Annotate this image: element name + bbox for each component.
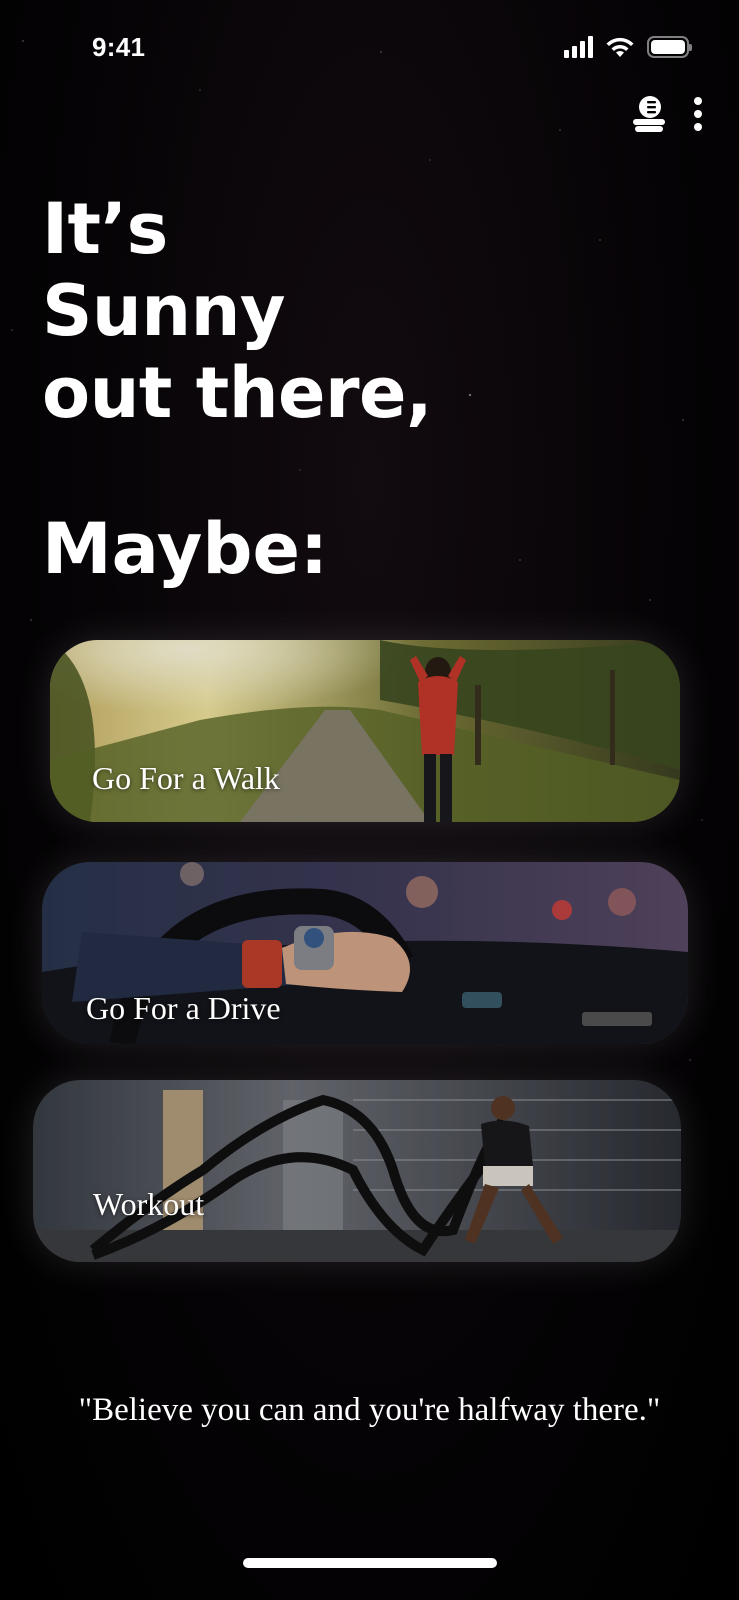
headline-line-2: Sunny bbox=[42, 270, 286, 352]
headline-line-1: It’s bbox=[42, 188, 168, 270]
activity-label: Go For a Walk bbox=[92, 760, 280, 796]
activity-label: Workout bbox=[93, 1186, 205, 1222]
workout-photo bbox=[33, 1080, 681, 1262]
activity-card-workout[interactable]: Workout bbox=[33, 1080, 681, 1262]
motivational-quote: "Believe you can and you're halfway ther… bbox=[78, 1392, 661, 1428]
coin-stack-icon[interactable] bbox=[631, 95, 667, 133]
activity-card-drive[interactable]: Go For a Drive bbox=[42, 862, 688, 1044]
wifi-icon bbox=[606, 37, 634, 57]
more-vertical-icon[interactable] bbox=[693, 97, 703, 131]
signal-icon bbox=[564, 36, 593, 58]
home-screen: 9:41 It’s Sunny out there, Maybe: Go For… bbox=[0, 0, 739, 1600]
top-actions bbox=[631, 95, 703, 133]
headline-line-3: out there, bbox=[42, 352, 433, 434]
activity-card-walk[interactable]: Go For a Walk bbox=[50, 640, 680, 822]
activity-label: Go For a Drive bbox=[86, 990, 281, 1026]
status-icons bbox=[564, 36, 692, 58]
status-bar: 9:41 bbox=[0, 0, 739, 100]
weather-headline: It’s Sunny out there, bbox=[42, 188, 433, 434]
suggestion-heading: Maybe: bbox=[42, 508, 328, 590]
battery-icon bbox=[647, 36, 692, 58]
home-indicator[interactable] bbox=[243, 1558, 497, 1568]
status-time: 9:41 bbox=[92, 32, 146, 62]
